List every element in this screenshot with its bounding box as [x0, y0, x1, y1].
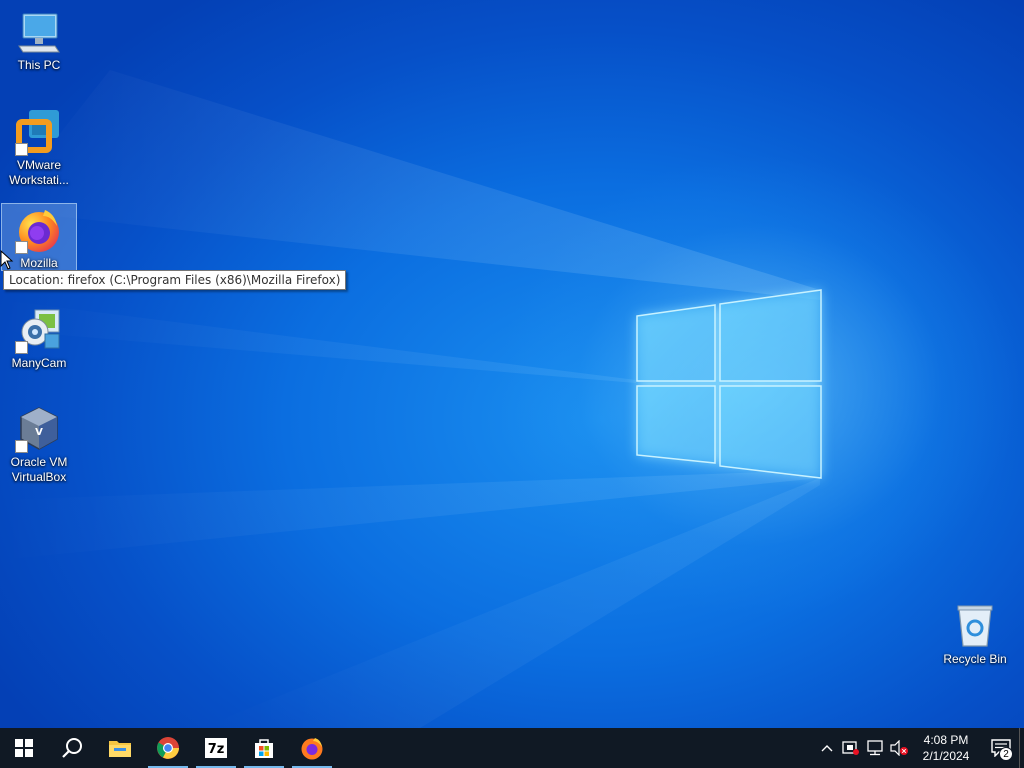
firefox-icon — [15, 206, 63, 254]
desktop-icon-recycle-bin[interactable]: Recycle Bin — [937, 600, 1013, 667]
file-explorer-icon — [109, 741, 131, 757]
taskbar: 7z 4:08 PM 2/1/2024 2 — [0, 728, 1024, 768]
vmware-tray-icon — [842, 741, 859, 755]
system-tray: 4:08 PM 2/1/2024 2 — [815, 728, 1024, 768]
desktop-icon-manycam[interactable]: ManyCam — [1, 304, 77, 371]
recycle-bin-icon — [951, 602, 999, 650]
shortcut-arrow-icon — [15, 341, 28, 354]
firefox-location-tooltip: Location: firefox (C:\Program Files (x86… — [3, 270, 347, 290]
taskbar-clock[interactable]: 4:08 PM 2/1/2024 — [915, 728, 977, 768]
network-icon — [867, 740, 883, 756]
desktop-icon-label: ManyCam — [11, 356, 67, 370]
desktop-icon-this-pc[interactable]: This PC — [1, 6, 77, 73]
taskbar-file-explorer[interactable] — [96, 728, 144, 768]
firefox-icon — [301, 738, 323, 760]
taskbar-7zip[interactable]: 7z — [192, 728, 240, 768]
shortcut-arrow-icon — [15, 241, 28, 254]
show-desktop-button[interactable] — [1019, 728, 1024, 768]
svg-text:V: V — [35, 427, 43, 438]
desktop[interactable]: This PC VMware Workstati... Mozilla Many… — [0, 0, 1024, 728]
taskbar-microsoft-store[interactable] — [240, 728, 288, 768]
virtualbox-icon: V — [15, 405, 63, 453]
windows-start-icon — [15, 739, 33, 757]
shortcut-arrow-icon — [15, 440, 28, 453]
this-pc-icon — [15, 8, 63, 56]
manycam-icon — [15, 306, 63, 354]
volume-muted-icon — [890, 740, 908, 756]
chrome-icon — [157, 737, 179, 759]
shortcut-arrow-icon — [15, 143, 28, 156]
desktop-icon-virtualbox[interactable]: V Oracle VM VirtualBox — [1, 403, 77, 485]
action-center-button[interactable]: 2 — [983, 728, 1019, 768]
desktop-icon-label: Oracle VM VirtualBox — [10, 455, 68, 484]
tray-network[interactable] — [863, 728, 887, 768]
desktop-icon-vmware[interactable]: VMware Workstati... — [1, 106, 77, 188]
notification-count-badge: 2 — [999, 747, 1013, 761]
taskbar-chrome[interactable] — [144, 728, 192, 768]
desktop-icon-label: This PC — [17, 58, 61, 72]
desktop-icon-label: VMware Workstati... — [9, 158, 69, 187]
desktop-icon-label: Recycle Bin — [943, 652, 1007, 666]
search-icon — [62, 738, 82, 758]
clock-time: 4:08 PM — [923, 733, 969, 747]
mouse-cursor-icon — [0, 250, 14, 270]
tray-vmware[interactable] — [839, 728, 863, 768]
vmware-workstation-icon — [15, 108, 63, 156]
microsoft-store-icon — [255, 739, 273, 758]
svg-text:7z: 7z — [208, 742, 225, 757]
search-button[interactable] — [48, 728, 96, 768]
tray-volume[interactable] — [887, 728, 911, 768]
windows-wallpaper-logo — [0, 70, 822, 728]
start-button[interactable] — [0, 728, 48, 768]
7zip-icon: 7z — [205, 738, 227, 758]
clock-date: 2/1/2024 — [922, 749, 970, 763]
show-hidden-icons-button[interactable] — [815, 728, 839, 768]
chevron-up-icon — [821, 745, 833, 752]
taskbar-firefox[interactable] — [288, 728, 336, 768]
